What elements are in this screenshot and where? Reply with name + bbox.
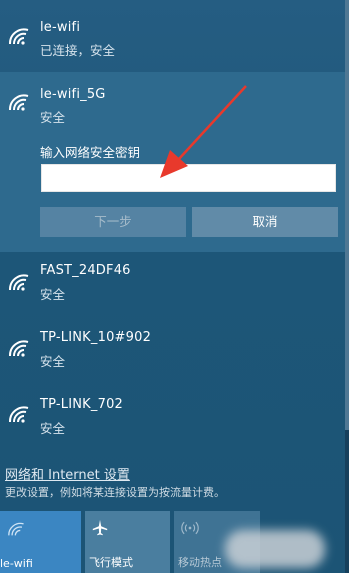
scrollbar-thumb[interactable] — [345, 0, 349, 430]
network-settings-link[interactable]: 网络和 Internet 设置 — [5, 464, 130, 483]
network-ssid: TP-LINK_702 — [40, 397, 124, 412]
network-ssid: le-wifi — [40, 20, 81, 35]
network-ssid: TP-LINK_10#902 — [40, 330, 152, 345]
wifi-signal-icon — [8, 28, 29, 45]
tile-label: le-wifi — [0, 557, 33, 570]
network-status: 安全 — [40, 287, 66, 302]
network-item-tp-link-702[interactable]: TP-LINK_702 安全 — [0, 384, 345, 448]
airplane-icon — [92, 519, 108, 536]
quick-action-airplane-mode[interactable]: 飞行模式 — [85, 511, 170, 573]
wifi-signal-icon — [8, 340, 29, 357]
security-key-prompt: 输入网络安全密钥 — [40, 145, 141, 160]
wifi-signal-icon — [8, 274, 29, 291]
network-item-tp-link-10-902[interactable]: TP-LINK_10#902 安全 — [0, 318, 345, 382]
tile-label: 飞行模式 — [89, 556, 133, 569]
network-status: 安全 — [40, 421, 66, 436]
security-key-input[interactable] — [41, 164, 336, 192]
network-item-fast[interactable]: FAST_24DF46 安全 — [0, 252, 345, 316]
tile-label: 移动热点 — [178, 556, 222, 569]
network-ssid: FAST_24DF46 — [40, 263, 131, 278]
network-item-le-wifi[interactable]: le-wifi 已连接，安全 — [0, 0, 345, 72]
wifi-icon — [8, 522, 24, 536]
settings-description: 更改设置，例如将某连接设置为按流量计费。 — [5, 486, 225, 499]
wifi-signal-icon — [8, 406, 29, 423]
network-status: 安全 — [40, 110, 66, 125]
cancel-button[interactable]: 取消 — [192, 207, 338, 237]
network-ssid: le-wifi_5G — [40, 87, 106, 102]
quick-action-wifi[interactable]: le-wifi — [0, 511, 81, 573]
next-button[interactable]: 下一步 — [40, 207, 186, 237]
watermark-blur — [225, 530, 325, 568]
hotspot-icon — [181, 521, 199, 535]
network-status: 已连接，安全 — [40, 43, 116, 58]
network-status: 安全 — [40, 354, 66, 369]
wifi-signal-icon — [8, 94, 29, 111]
